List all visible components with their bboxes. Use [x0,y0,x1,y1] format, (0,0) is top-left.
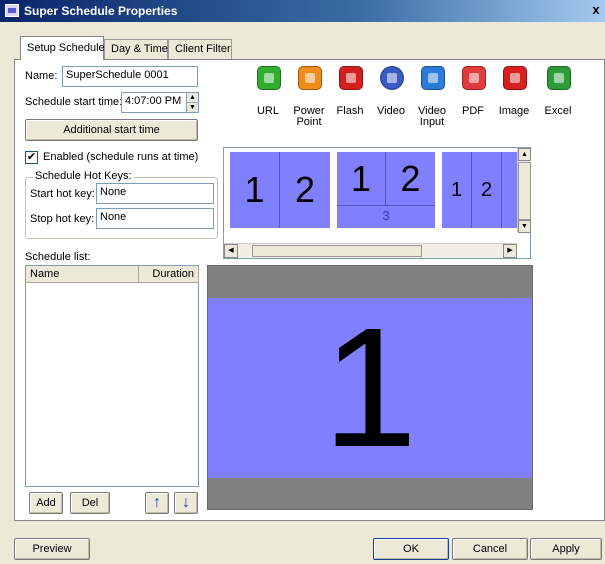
layout-strip[interactable]: 1 2 1 2 3 1 2 ▲ ▼ ◀ ▶ [223,147,531,259]
media-image-button[interactable]: Image [494,66,534,126]
video-icon [380,66,404,90]
layout-zone: 3 [382,208,390,223]
window-title: Super Schedule Properties [24,4,178,18]
stop-hotkey-input[interactable]: None [96,208,214,229]
url-icon [257,66,281,90]
start-hotkey-input[interactable]: None [96,183,214,204]
layout-zone: 1 [337,152,386,206]
media-label: Video [377,105,405,117]
layout-zone: 2 [294,169,316,210]
preview-zone[interactable]: 1 [208,298,532,478]
scroll-thumb[interactable] [518,162,531,220]
video-input-icon [421,66,445,90]
cancel-button[interactable]: Cancel [452,538,528,560]
scroll-left-icon[interactable]: ◀ [224,244,238,258]
app-icon [5,4,19,17]
layout-thumbnail[interactable]: 1 2 3 [337,152,435,228]
layout-zone: 1 [230,152,280,228]
preview-button[interactable]: Preview [14,538,90,560]
hotkeys-legend: Schedule Hot Keys: [33,170,134,182]
media-label: Excel [544,105,572,117]
media-label: Video Input [418,105,446,128]
layout-zone: 2 [386,152,435,206]
media-label: Flash [336,105,364,117]
scroll-thumb[interactable] [252,245,422,257]
media-label: Power Point [293,105,325,128]
apply-button[interactable]: Apply [530,538,602,560]
media-label: Image [498,105,530,117]
media-excel-button[interactable]: Excel [538,66,578,126]
name-label: Name: [25,70,58,82]
layout-zone: 2 [472,152,502,228]
tab-day-time[interactable]: Day & Time [104,39,168,59]
media-label: PDF [462,105,484,117]
layout-thumbnail[interactable]: 1 2 [230,152,330,228]
layout-thumbnail[interactable]: 1 2 [442,152,517,228]
layout-preview: 1 [207,265,533,510]
horizontal-scrollbar[interactable]: ◀ ▶ [224,243,517,258]
schedule-list[interactable]: Name Duration [25,265,199,487]
column-header-name[interactable]: Name [26,266,139,283]
excel-icon [547,66,571,90]
flash-icon [339,66,363,90]
start-time-spinner[interactable]: ▲ ▼ [186,92,199,113]
spin-up-icon[interactable]: ▲ [187,93,198,103]
properties-window: Super Schedule Properties x Setup Schedu… [0,0,605,564]
close-button[interactable]: x [589,2,603,18]
media-powerpoint-button[interactable]: Power Point [289,66,329,128]
column-header-duration[interactable]: Duration [139,266,199,283]
tab-setup-schedule[interactable]: Setup Schedule [20,36,105,60]
name-input[interactable]: SuperSchedule 0001 [62,66,198,87]
media-video-input-button[interactable]: Video Input [412,66,452,128]
image-icon [503,66,527,90]
move-up-button[interactable]: ↑ [145,492,169,514]
start-time-input[interactable]: 4:07:00 PM [121,92,187,113]
start-hotkey-label: Start hot key: [30,188,95,200]
additional-start-time-button[interactable]: Additional start time [25,119,198,141]
powerpoint-icon [298,66,322,90]
add-button[interactable]: Add [29,492,63,514]
title-bar[interactable]: Super Schedule Properties x [0,0,605,22]
start-time-label: Schedule start time: [25,96,123,108]
scroll-down-icon[interactable]: ▼ [518,220,531,233]
media-video-button[interactable]: Video [371,66,411,126]
pdf-icon [462,66,486,90]
media-url-button[interactable]: URL [248,66,288,126]
enabled-checkbox[interactable]: ✔ [25,151,38,164]
move-down-button[interactable]: ↓ [174,492,198,514]
layout-zone [502,152,517,228]
schedule-list-label: Schedule list: [25,251,91,263]
scroll-up-icon[interactable]: ▲ [518,148,531,161]
vertical-scrollbar[interactable]: ▲ ▼ [517,148,531,233]
stop-hotkey-label: Stop hot key: [30,213,95,225]
spin-down-icon[interactable]: ▼ [187,103,198,113]
scroll-right-icon[interactable]: ▶ [503,244,517,258]
enabled-label: Enabled (schedule runs at time) [43,151,199,163]
media-flash-button[interactable]: Flash [330,66,370,126]
tab-client-filter[interactable]: Client Filter [168,39,232,59]
ok-button[interactable]: OK [373,538,449,560]
del-button[interactable]: Del [70,492,110,514]
layout-zone: 1 [442,152,472,228]
media-pdf-button[interactable]: PDF [453,66,493,126]
media-label: URL [256,105,279,117]
